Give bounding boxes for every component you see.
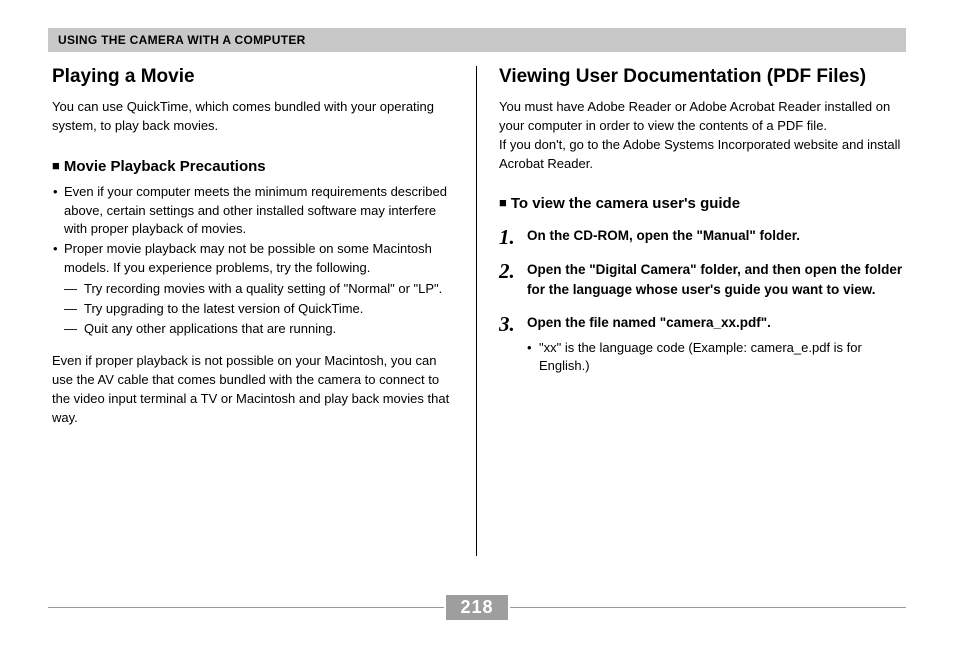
left-closing: Even if proper playback is not possible … [52,352,454,427]
left-title: Playing a Movie [52,66,454,88]
right-intro-2: If you don't, go to the Adobe Systems In… [499,136,906,174]
step-text: Open the file named "camera_xx.pdf". [527,315,771,330]
steps-list: 1 On the CD-ROM, open the "Manual" folde… [499,226,906,376]
square-bullet-icon: ■ [52,158,60,173]
step-sub-item: "xx" is the language code (Example: came… [527,339,906,377]
footer-rule-right [510,607,906,608]
sub-dash-list: Try recording movies with a quality sett… [64,280,454,339]
left-subhead: ■ Movie Playback Precautions [52,158,454,175]
step-item: 1 On the CD-ROM, open the "Manual" folde… [499,226,906,246]
step-number: 1 [499,222,515,252]
square-bullet-icon: ■ [499,195,507,210]
dash-item: Quit any other applications that are run… [64,320,454,339]
step-sub-list: "xx" is the language code (Example: came… [527,339,906,377]
right-intro-1: You must have Adobe Reader or Adobe Acro… [499,98,906,136]
step-item: 2 Open the "Digital Camera" folder, and … [499,260,906,299]
content-columns: Playing a Movie You can use QuickTime, w… [48,66,906,556]
step-item: 3 Open the file named "camera_xx.pdf". "… [499,313,906,376]
right-title: Viewing User Documentation (PDF Files) [499,66,906,88]
right-column: Viewing User Documentation (PDF Files) Y… [477,66,906,556]
step-number: 3 [499,309,515,339]
left-column: Playing a Movie You can use QuickTime, w… [48,66,477,556]
precautions-list: Even if your computer meets the minimum … [52,183,454,339]
page-number: 218 [446,595,507,620]
section-header: USING THE CAMERA WITH A COMPUTER [48,28,906,52]
precaution-item: Proper movie playback may not be possibl… [52,240,454,338]
left-intro: You can use QuickTime, which comes bundl… [52,98,454,136]
dash-item: Try upgrading to the latest version of Q… [64,300,454,319]
step-text: On the CD-ROM, open the "Manual" folder. [527,228,800,243]
step-number: 2 [499,256,515,286]
precaution-item: Even if your computer meets the minimum … [52,183,454,240]
precaution-text: Proper movie playback may not be possibl… [64,241,432,275]
step-text: Open the "Digital Camera" folder, and th… [527,262,902,297]
right-subhead-text: To view the camera user's guide [511,195,740,212]
left-subhead-text: Movie Playback Precautions [64,158,266,175]
right-subhead: ■ To view the camera user's guide [499,195,906,212]
precaution-text: Even if your computer meets the minimum … [64,184,447,237]
footer-rule-left [48,607,444,608]
dash-item: Try recording movies with a quality sett… [64,280,454,299]
page-footer: 218 [48,594,906,620]
